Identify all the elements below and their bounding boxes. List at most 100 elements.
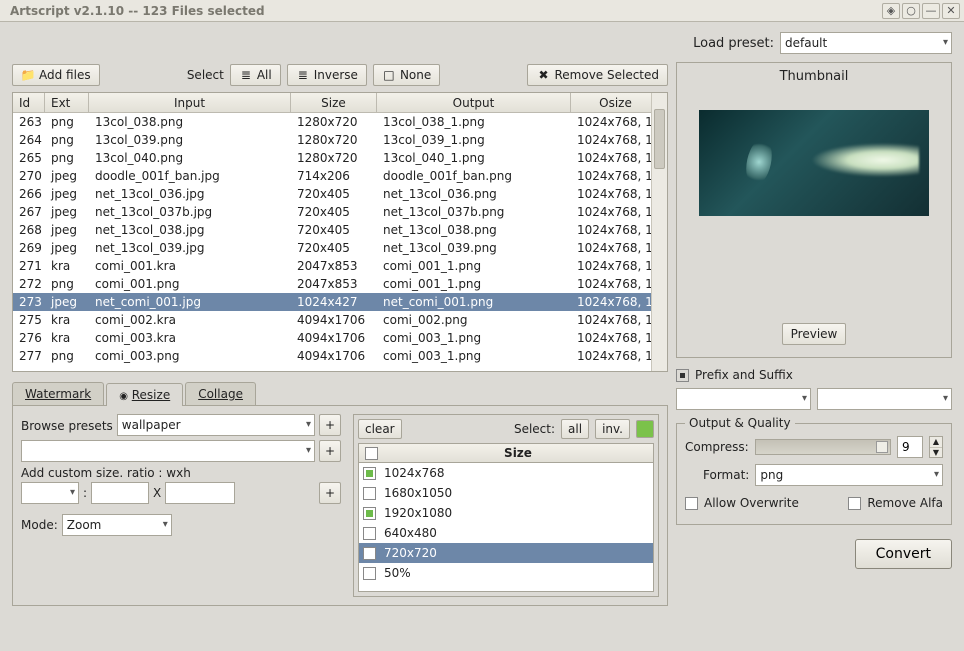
tab-watermark[interactable]: Watermark — [12, 382, 104, 405]
select-inverse-button[interactable]: ≣ Inverse — [287, 64, 367, 86]
caret-down-icon: ▾ — [934, 469, 939, 480]
load-preset-label: Load preset: — [693, 36, 774, 51]
ratio-w-combo[interactable]: ▾ — [21, 482, 79, 504]
suffix-combo[interactable]: ▾ — [817, 388, 952, 410]
browse-presets-value: wallpaper — [122, 418, 181, 432]
compress-value-input[interactable] — [897, 436, 923, 458]
table-row[interactable]: 266jpegnet_13col_036.jpg720x405net_13col… — [13, 185, 667, 203]
file-list[interactable]: Id Ext Input Size Output Osize 263png13c… — [12, 92, 668, 372]
spin-up-icon[interactable]: ▲ — [930, 437, 942, 448]
custom-size-label: Add custom size. ratio : wxh — [21, 466, 341, 480]
size-select-all-button[interactable]: all — [561, 419, 589, 439]
file-list-scrollbar[interactable] — [651, 93, 667, 371]
ratio-h-input[interactable] — [91, 482, 149, 504]
tab-collage[interactable]: Collage — [185, 382, 256, 405]
tab-resize[interactable]: ◉ Resize — [106, 383, 183, 406]
select-inverse-label: Inverse — [314, 68, 358, 82]
size-checkbox[interactable] — [363, 507, 376, 520]
size-confirm-icon[interactable] — [636, 420, 654, 438]
table-row[interactable]: 273jpegnet_comi_001.jpg1024x427net_comi_… — [13, 293, 667, 311]
size-clear-button[interactable]: clear — [358, 419, 402, 439]
select-label: Select — [187, 68, 224, 82]
size-select-label: Select: — [514, 422, 555, 436]
remove-selected-button[interactable]: ✖ Remove Selected — [527, 64, 668, 86]
select-all-button[interactable]: ≣ All — [230, 64, 281, 86]
size-row[interactable]: 1680x1050 — [359, 483, 653, 503]
prefix-combo[interactable]: ▾ — [676, 388, 811, 410]
table-row[interactable]: 263png13col_038.png1280x72013col_038_1.p… — [13, 113, 667, 131]
preset-detail-add-button[interactable]: + — [319, 440, 341, 462]
size-select-inv-button[interactable]: inv. — [595, 419, 630, 439]
size-checkbox[interactable] — [363, 527, 376, 540]
table-row[interactable]: 277pngcomi_003.png4094x1706comi_003_1.pn… — [13, 347, 667, 365]
allow-overwrite-checkbox[interactable] — [685, 497, 698, 510]
col-input-header[interactable]: Input — [89, 93, 291, 112]
tab-body-resize: Browse presets wallpaper ▾ + ▾ + Add cus… — [12, 406, 668, 606]
size-row[interactable]: 1920x1080 — [359, 503, 653, 523]
size-checkbox[interactable] — [363, 547, 376, 560]
col-ext-header[interactable]: Ext — [45, 93, 89, 112]
table-row[interactable]: 267jpegnet_13col_037b.jpg720x405net_13co… — [13, 203, 667, 221]
col-osize-header[interactable]: Osize — [571, 93, 661, 112]
custom-h-input[interactable] — [165, 482, 235, 504]
size-row[interactable]: 720x720 — [359, 543, 653, 563]
caret-down-icon: ▾ — [163, 519, 168, 530]
remove-icon: ✖ — [536, 68, 550, 82]
browse-presets-add-button[interactable]: + — [319, 414, 341, 436]
compress-slider[interactable] — [755, 439, 891, 455]
add-files-label: Add files — [39, 68, 91, 82]
size-row[interactable]: 50% — [359, 563, 653, 583]
size-row-label: 720x720 — [384, 546, 437, 560]
window-close-icon[interactable]: ✕ — [942, 3, 960, 19]
size-list[interactable]: 1024x768 1680x10501920x1080640x480 720x720… — [358, 463, 654, 592]
table-row[interactable]: 265png13col_040.png1280x72013col_040_1.p… — [13, 149, 667, 167]
convert-button[interactable]: Convert — [855, 539, 952, 569]
window-restore-icon[interactable]: — — [922, 3, 940, 19]
slider-thumb[interactable] — [876, 441, 888, 453]
thumbnail-image — [699, 110, 929, 216]
spin-down-icon[interactable]: ▼ — [930, 448, 942, 458]
table-row[interactable]: 270jpegdoodle_001f_ban.jpg714x206doodle_… — [13, 167, 667, 185]
window-minimize-icon[interactable]: ○ — [902, 3, 920, 19]
prefix-suffix-checkbox[interactable] — [676, 369, 689, 382]
size-checkbox[interactable] — [363, 487, 376, 500]
remove-alfa-checkbox[interactable] — [848, 497, 861, 510]
thumbnail-title: Thumbnail — [683, 69, 945, 84]
size-row-label: 1024x768 — [384, 466, 445, 480]
mode-combo[interactable]: Zoom ▾ — [62, 514, 172, 536]
col-output-header[interactable]: Output — [377, 93, 571, 112]
window-menu-icon[interactable]: ◈ — [882, 3, 900, 19]
size-header-checkbox[interactable] — [365, 447, 378, 460]
square-icon: □ — [382, 68, 396, 82]
preset-detail-combo[interactable]: ▾ — [21, 440, 315, 462]
table-row[interactable]: 269jpegnet_13col_039.jpg720x405net_13col… — [13, 239, 667, 257]
add-files-button[interactable]: 📁 Add files — [12, 64, 100, 86]
preview-button[interactable]: Preview — [782, 323, 847, 345]
browse-presets-label: Browse presets — [21, 419, 113, 433]
format-combo[interactable]: png ▾ — [755, 464, 943, 486]
x-label: X — [153, 486, 161, 500]
compress-spinner[interactable]: ▲▼ — [929, 436, 943, 458]
table-row[interactable]: 271kracomi_001.kra2047x853comi_001_1.png… — [13, 257, 667, 275]
size-checkbox[interactable] — [363, 567, 376, 580]
size-row[interactable]: 640x480 — [359, 523, 653, 543]
compress-label: Compress: — [685, 440, 749, 454]
format-label: Format: — [703, 468, 749, 482]
table-row[interactable]: 264png13col_039.png1280x72013col_039_1.p… — [13, 131, 667, 149]
caret-down-icon: ▾ — [943, 37, 948, 48]
size-row[interactable]: 1024x768 — [359, 463, 653, 483]
table-row[interactable]: 275kracomi_002.kra4094x1706comi_002.png1… — [13, 311, 667, 329]
col-size-header[interactable]: Size — [291, 93, 377, 112]
custom-size-add-button[interactable]: + — [319, 482, 341, 504]
load-preset-combo[interactable]: default ▾ — [780, 32, 952, 54]
size-checkbox[interactable] — [363, 467, 376, 480]
browse-presets-combo[interactable]: wallpaper ▾ — [117, 414, 315, 436]
table-row[interactable]: 272pngcomi_001.png2047x853comi_001_1.png… — [13, 275, 667, 293]
allow-overwrite-label: Allow Overwrite — [704, 496, 799, 510]
colon-label: : — [83, 486, 87, 500]
col-id-header[interactable]: Id — [13, 93, 45, 112]
select-none-button[interactable]: □ None — [373, 64, 440, 86]
scroll-thumb[interactable] — [654, 109, 665, 169]
table-row[interactable]: 268jpegnet_13col_038.jpg720x405net_13col… — [13, 221, 667, 239]
table-row[interactable]: 276kracomi_003.kra4094x1706comi_003_1.pn… — [13, 329, 667, 347]
